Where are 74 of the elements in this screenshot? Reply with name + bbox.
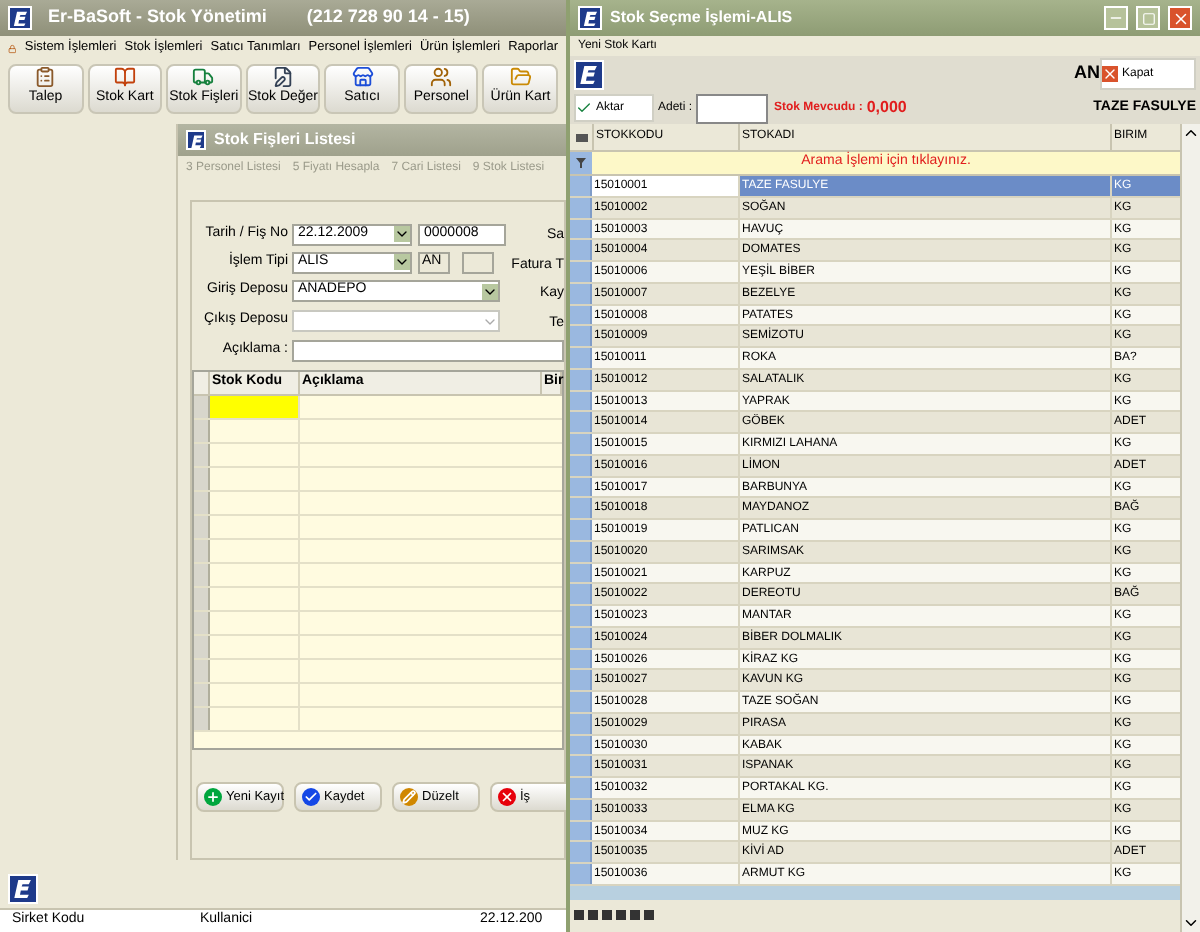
code-label: AN <box>1074 60 1100 87</box>
row-indicator <box>570 498 592 518</box>
window-title: Stok Fişleri Listesi <box>214 128 356 152</box>
store-icon <box>351 66 374 89</box>
maximize-button[interactable] <box>1136 6 1160 30</box>
e-logo-icon <box>8 6 32 30</box>
plus-icon <box>204 788 222 806</box>
lock-icon <box>8 39 17 57</box>
window-title: Stok Seçme İşlemi-ALIS <box>610 6 795 30</box>
book-icon <box>113 66 136 89</box>
row-indicator <box>570 326 592 346</box>
row-indicator <box>570 520 592 540</box>
row-indicator <box>570 606 592 626</box>
blank-field <box>462 251 494 273</box>
row-indicator <box>570 842 592 862</box>
row-indicator <box>570 713 592 733</box>
row-indicator <box>570 584 592 604</box>
minimize-button[interactable] <box>1104 6 1128 30</box>
folder-icon <box>509 66 532 89</box>
note-field[interactable] <box>292 339 564 361</box>
row-indicator <box>570 455 592 475</box>
phone-number: (212 728 90 14 - 15) <box>306 4 470 31</box>
maximize-icon <box>1141 11 1155 25</box>
row-indicator <box>570 563 592 583</box>
row-indicator <box>570 735 592 755</box>
window-title: Er-BaSoft - Stok Yönetimi <box>48 4 267 31</box>
e-logo-icon <box>574 59 604 89</box>
stock-value: 0,000 <box>866 96 907 120</box>
e-logo-icon <box>8 873 38 903</box>
truck-icon <box>192 66 215 89</box>
filter-icon <box>570 152 592 174</box>
close-button[interactable] <box>1168 6 1192 30</box>
row-indicator <box>570 348 592 368</box>
row-indicator <box>570 176 592 196</box>
row-indicator <box>570 821 592 841</box>
row-indicator <box>570 627 592 647</box>
row-indicator <box>570 756 592 776</box>
row-indicator <box>570 649 592 669</box>
check-icon <box>576 100 592 116</box>
row-indicator <box>570 692 592 712</box>
dropdown-icon <box>394 254 410 270</box>
row-indicator <box>570 283 592 303</box>
check-icon <box>302 788 320 806</box>
scroll-down-icon[interactable] <box>1182 914 1200 932</box>
row-indicator <box>570 219 592 239</box>
close-icon <box>1102 66 1118 82</box>
clipboard-icon <box>34 66 57 89</box>
row-indicator <box>570 778 592 798</box>
close-icon <box>498 788 516 806</box>
row-indicator <box>570 391 592 411</box>
e-logo-icon <box>578 6 602 30</box>
row-indicator <box>570 670 592 690</box>
row-indicator <box>570 412 592 432</box>
row-indicator <box>570 541 592 561</box>
row-indicator <box>570 262 592 282</box>
row-indicator <box>570 305 592 325</box>
pencil-icon <box>400 788 418 806</box>
row-indicator <box>570 799 592 819</box>
depot-combo[interactable] <box>292 310 500 332</box>
row-indicator <box>570 434 592 454</box>
dropdown-icon <box>394 226 410 242</box>
close-icon <box>1171 9 1189 27</box>
e-logo-icon <box>186 130 206 150</box>
scroll-up-icon[interactable] <box>1182 124 1200 142</box>
row-indicator <box>570 477 592 497</box>
dropdown-icon <box>482 283 498 299</box>
row-indicator <box>570 369 592 389</box>
quantity-field[interactable] <box>696 93 769 123</box>
table-cell[interactable] <box>210 396 300 418</box>
row-indicator <box>570 864 592 884</box>
row-indicator <box>570 197 592 217</box>
row-indicator <box>570 240 592 260</box>
pen-document-icon <box>272 66 295 89</box>
people-icon <box>430 66 453 89</box>
